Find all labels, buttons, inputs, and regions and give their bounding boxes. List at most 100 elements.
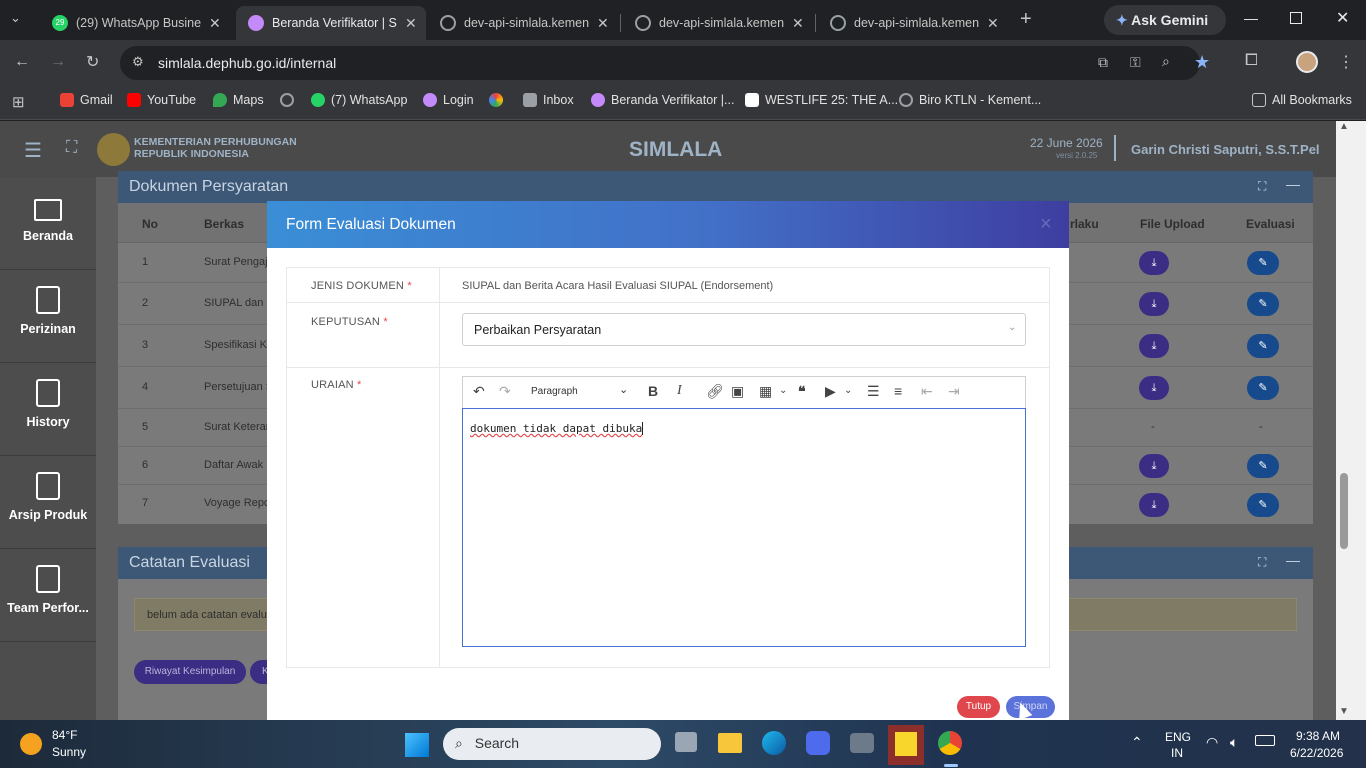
expand-icon[interactable]: ⛶ bbox=[1258, 555, 1266, 570]
evaluate-button[interactable]: ✎ bbox=[1247, 493, 1279, 517]
evaluate-button[interactable]: ✎ bbox=[1247, 454, 1279, 478]
paragraph-format-select[interactable]: Paragraph ⌄ bbox=[531, 384, 629, 397]
apps-grid-icon[interactable]: ⊞ bbox=[12, 93, 25, 111]
tab-dev-api-1[interactable]: dev-api-simlala.kemenh ✕ bbox=[428, 6, 618, 40]
keputusan-select[interactable]: Perbaikan Persyaratan ⌄ bbox=[462, 313, 1026, 346]
taskbar-search[interactable]: ⌕ Search bbox=[443, 728, 661, 760]
download-button[interactable]: ⤓ bbox=[1139, 454, 1169, 478]
table-icon[interactable]: ▦ bbox=[759, 383, 772, 400]
evaluate-button[interactable]: ✎ bbox=[1247, 376, 1279, 400]
user-name[interactable]: Garin Christi Saputri, S.S.T.Pel bbox=[1131, 142, 1320, 157]
download-button[interactable]: ⤓ bbox=[1139, 376, 1169, 400]
sidebar-item-team-performance[interactable]: Team Perfor... bbox=[0, 549, 96, 642]
copilot-app-icon[interactable] bbox=[806, 731, 830, 755]
download-button[interactable]: ⤓ bbox=[1139, 334, 1169, 358]
link-icon[interactable]: 🔗︎ bbox=[706, 383, 724, 400]
bookmark-star-icon[interactable]: ★ bbox=[1194, 52, 1210, 73]
install-icon[interactable]: ⧉ bbox=[1098, 54, 1108, 71]
tab-beranda-verifikator[interactable]: Beranda Verifikator | Si ✕ bbox=[236, 6, 426, 40]
language-primary[interactable]: ENG bbox=[1165, 730, 1191, 744]
back-icon[interactable]: ← bbox=[14, 53, 30, 71]
tutup-button[interactable]: Tutup bbox=[957, 696, 1000, 718]
weather-temp[interactable]: 84°F bbox=[52, 728, 77, 742]
reload-icon[interactable]: ↻ bbox=[86, 52, 99, 72]
download-button[interactable]: ⤓ bbox=[1139, 292, 1169, 316]
new-tab-icon[interactable]: + bbox=[1020, 8, 1032, 31]
sidebar-item-history[interactable]: History bbox=[0, 363, 96, 456]
modal-close-icon[interactable]: × bbox=[1040, 213, 1052, 236]
close-icon[interactable]: ✕ bbox=[792, 15, 804, 32]
insert-image-icon[interactable]: ▣ bbox=[731, 383, 744, 400]
bookmark-biro-ktln[interactable]: Biro KTLN - Kement... bbox=[899, 93, 1041, 107]
task-view-icon[interactable] bbox=[675, 732, 697, 752]
redo-icon[interactable]: ↷ bbox=[499, 383, 511, 400]
bookmark-maps[interactable]: Maps bbox=[213, 93, 264, 107]
hamburger-menu-icon[interactable]: ☰ bbox=[24, 138, 42, 163]
password-key-icon[interactable]: ⚿ bbox=[1130, 54, 1141, 71]
battery-icon[interactable] bbox=[1255, 735, 1275, 746]
tab-dev-api-3[interactable]: dev-api-simlala.kemenh ✕ bbox=[818, 6, 1008, 40]
chrome-icon[interactable] bbox=[938, 731, 962, 755]
scroll-down-icon[interactable]: ▼ bbox=[1339, 706, 1349, 717]
italic-icon[interactable]: I bbox=[677, 383, 682, 399]
uraian-editor[interactable]: dokumen tidak dapat dibuka bbox=[462, 408, 1026, 647]
bulleted-list-icon[interactable]: ☰ bbox=[867, 383, 880, 400]
extensions-icon[interactable]: ⧠ bbox=[1245, 52, 1258, 70]
scroll-up-icon[interactable]: ▲ bbox=[1339, 121, 1349, 132]
menu-kebab-icon[interactable]: ⋮ bbox=[1338, 52, 1354, 72]
bookmark-pinwheel[interactable] bbox=[489, 93, 509, 107]
indent-icon[interactable]: ⇥ bbox=[948, 383, 960, 400]
edge-icon[interactable] bbox=[762, 731, 786, 755]
site-info-icon[interactable]: ⚙ bbox=[132, 54, 144, 70]
page-scrollbar[interactable]: ▲ ▼ bbox=[1336, 121, 1366, 720]
tab-whatsapp[interactable]: 29 (29) WhatsApp Busines ✕ bbox=[40, 6, 232, 40]
bookmark-globe[interactable] bbox=[280, 93, 300, 107]
download-button[interactable]: ⤓ bbox=[1139, 493, 1169, 517]
download-button[interactable]: ⤓ bbox=[1139, 251, 1169, 275]
bookmark-whatsapp[interactable]: (7) WhatsApp bbox=[311, 93, 407, 107]
chevron-down-icon[interactable]: ⌄ bbox=[844, 385, 852, 396]
close-icon[interactable]: ✕ bbox=[987, 15, 999, 32]
collapse-icon[interactable]: — bbox=[1286, 552, 1300, 568]
collapse-icon[interactable]: — bbox=[1286, 176, 1300, 192]
close-icon[interactable]: ✕ bbox=[209, 15, 221, 32]
sidebar-item-beranda[interactable]: Beranda bbox=[0, 177, 96, 270]
bookmark-gmail[interactable]: Gmail bbox=[60, 93, 113, 107]
bold-icon[interactable]: B bbox=[648, 383, 658, 399]
sidebar-item-arsip-produk[interactable]: Arsip Produk bbox=[0, 456, 96, 549]
evaluate-button[interactable]: ✎ bbox=[1247, 334, 1279, 358]
chevron-down-icon[interactable]: ⌄ bbox=[779, 385, 787, 396]
bookmark-westlife[interactable]: WESTLIFE 25: THE A... bbox=[745, 93, 898, 107]
bookmark-youtube[interactable]: YouTube bbox=[127, 93, 196, 107]
media-embed-icon[interactable]: ▶ bbox=[825, 383, 836, 400]
tab-search-icon[interactable]: ⌄ bbox=[10, 10, 30, 30]
chevron-up-icon[interactable]: ⌃ bbox=[1131, 734, 1143, 751]
sidebar-item-perizinan[interactable]: Perizinan bbox=[0, 270, 96, 363]
wifi-icon[interactable]: ◠ bbox=[1206, 734, 1218, 751]
clock-time[interactable]: 9:38 AM bbox=[1296, 729, 1340, 743]
profile-avatar[interactable] bbox=[1296, 51, 1318, 73]
expand-icon[interactable]: ⛶ bbox=[1258, 179, 1266, 194]
forward-icon[interactable]: → bbox=[50, 53, 66, 71]
outdent-icon[interactable]: ⇤ bbox=[921, 383, 933, 400]
bookmark-login[interactable]: Login bbox=[423, 93, 474, 107]
riwayat-kesimpulan-button[interactable]: Riwayat Kesimpulan bbox=[134, 660, 246, 684]
evaluate-button[interactable]: ✎ bbox=[1247, 251, 1279, 275]
restore-icon[interactable] bbox=[1290, 12, 1302, 24]
ask-gemini-button[interactable]: ✦ Ask Gemini bbox=[1104, 5, 1226, 35]
volume-icon[interactable]: 🔈︎ bbox=[1230, 734, 1238, 751]
close-window-icon[interactable]: ✕ bbox=[1336, 8, 1349, 28]
zoom-icon[interactable]: ⌕ bbox=[1162, 53, 1170, 70]
minimize-icon[interactable]: — bbox=[1244, 10, 1258, 26]
evaluate-button[interactable]: ✎ bbox=[1247, 292, 1279, 316]
bookmark-beranda[interactable]: Beranda Verifikator |... bbox=[591, 93, 734, 107]
scroll-thumb[interactable] bbox=[1340, 473, 1348, 549]
blockquote-icon[interactable]: ❝ bbox=[798, 383, 806, 400]
all-bookmarks[interactable]: All Bookmarks bbox=[1252, 93, 1352, 107]
numbered-list-icon[interactable]: ≡ bbox=[894, 383, 902, 399]
close-icon[interactable]: ✕ bbox=[405, 15, 417, 32]
camera-icon[interactable] bbox=[850, 733, 874, 753]
windows-start-icon[interactable] bbox=[405, 733, 429, 757]
address-bar[interactable]: ⚙ simlala.dephub.go.id/internal ⧉ ⚿ ⌕ bbox=[120, 46, 1200, 80]
bookmark-inbox[interactable]: Inbox bbox=[523, 93, 574, 107]
